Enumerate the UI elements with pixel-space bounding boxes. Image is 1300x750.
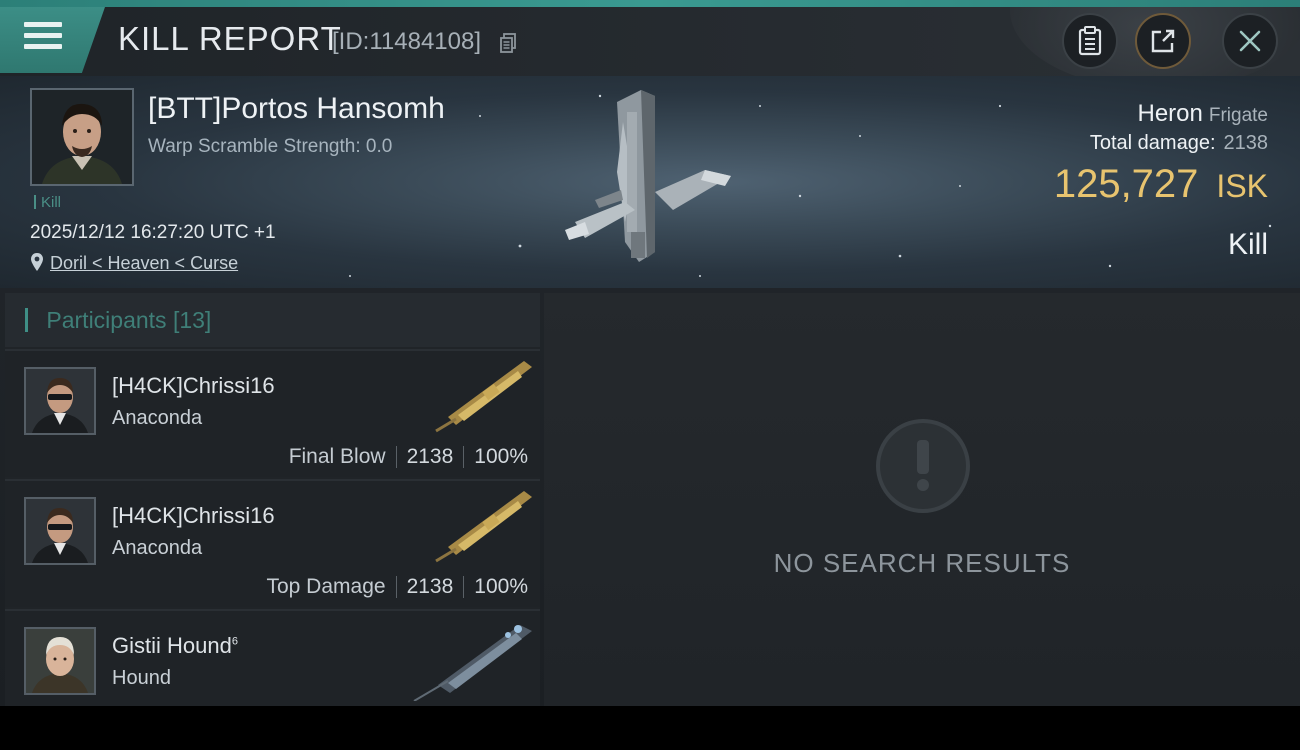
menu-icon	[24, 22, 62, 27]
ship-class: Frigate	[1208, 105, 1268, 126]
participant-avatar[interactable]	[24, 627, 96, 695]
participant-name-text: Gistii Hound	[112, 633, 232, 658]
participant-avatar[interactable]	[24, 367, 96, 435]
location-pin-icon	[31, 253, 43, 271]
total-damage: Total damage: 2138	[1090, 132, 1268, 155]
participant-ship: Anaconda	[112, 407, 203, 429]
participant-row[interactable]: Gistii Hound6 Hound	[5, 609, 540, 706]
participant-percent: 100%	[474, 445, 528, 468]
alert-icon	[876, 419, 970, 513]
pilot-portrait-image	[26, 499, 94, 563]
participants-count: [13]	[172, 307, 212, 333]
participants-panel: Participants [13] [H4CK]Chrissi16 Anacon…	[5, 293, 540, 706]
share-icon	[1151, 29, 1175, 53]
close-icon	[1239, 30, 1261, 52]
empty-state-message: NO SEARCH RESULTS	[773, 548, 1071, 578]
header-bar: KILL REPORT [ID:11484108]	[0, 0, 1300, 90]
participant-percent: 100%	[474, 575, 528, 598]
warp-scramble-strength: Warp Scramble Strength: 0.0	[148, 136, 393, 157]
header-accent-stripe	[0, 0, 1300, 7]
participant-damage: 2138	[406, 445, 454, 468]
participant-name[interactable]: [H4CK]Chrissi16	[112, 503, 275, 529]
participant-row[interactable]: [H4CK]Chrissi16 Anaconda Top Damage 2138…	[5, 479, 540, 607]
victim-ship: Heron Frigate	[1137, 100, 1268, 128]
victim-name[interactable]: [BTT]Portos Hansomh	[148, 92, 445, 126]
participants-label: Participants	[46, 307, 167, 333]
ship-name[interactable]: Heron	[1137, 100, 1202, 127]
participant-name[interactable]: [H4CK]Chrissi16	[112, 373, 275, 399]
isk-unit: ISK	[1216, 168, 1268, 204]
pilot-portrait-image	[32, 90, 132, 184]
result-label: Kill	[1227, 228, 1268, 261]
participants-header: Participants [13]	[5, 293, 540, 347]
kill-type-tag: Kill	[34, 194, 61, 211]
location-link[interactable]: Doril < Heaven < Curse	[50, 253, 238, 273]
copy-icon[interactable]	[500, 33, 517, 53]
total-damage-value: 2138	[1223, 132, 1269, 154]
bottom-letterbox	[0, 706, 1300, 750]
kill-report-window: KILL REPORT [ID:11484108] [BTT]Portos Ha…	[0, 0, 1300, 706]
isk-loss: 125,727 ISK	[1054, 162, 1268, 207]
menu-button[interactable]	[24, 22, 62, 56]
clipboard-icon	[1078, 26, 1102, 56]
victim-portrait[interactable]	[30, 88, 134, 186]
participant-stats: Top Damage 2138 100%	[266, 575, 528, 599]
participant-damage: 2138	[406, 575, 454, 598]
clipboard-button[interactable]	[1062, 13, 1118, 69]
participant-stats: Final Blow 2138 100%	[289, 445, 528, 469]
isk-value: 125,727	[1053, 162, 1199, 206]
total-damage-label: Total damage:	[1089, 132, 1216, 154]
participant-name[interactable]: Gistii Hound6	[112, 633, 238, 659]
ship-render-image	[565, 90, 731, 262]
participant-row[interactable]: [H4CK]Chrissi16 Anaconda Final Blow 2138…	[5, 349, 540, 477]
page-title: KILL REPORT	[118, 20, 342, 57]
victim-banner: [BTT]Portos Hansomh Warp Scramble Streng…	[0, 76, 1300, 288]
pilot-portrait-image	[26, 629, 94, 693]
pilot-portrait-image	[26, 369, 94, 433]
participant-avatar[interactable]	[24, 497, 96, 565]
participant-tag: Final Blow	[288, 445, 386, 468]
kill-datetime: 2025/12/12 16:27:20 UTC +1	[30, 222, 276, 243]
kill-location: Doril < Heaven < Curse	[30, 252, 238, 274]
participants-title: Participants [13]	[25, 307, 211, 334]
detail-panel: NO SEARCH RESULTS	[544, 293, 1300, 706]
weapon-icon	[413, 625, 532, 701]
weapon-icon	[435, 361, 532, 433]
share-button[interactable]	[1135, 13, 1191, 69]
report-id: [ID:11484108]	[332, 28, 482, 55]
participant-tag: Top Damage	[266, 575, 386, 598]
participant-name-superscript: 6	[231, 635, 238, 648]
participant-ship: Hound	[112, 667, 171, 689]
participant-ship: Anaconda	[112, 537, 203, 559]
close-button[interactable]	[1222, 13, 1278, 69]
weapon-icon	[435, 491, 532, 563]
